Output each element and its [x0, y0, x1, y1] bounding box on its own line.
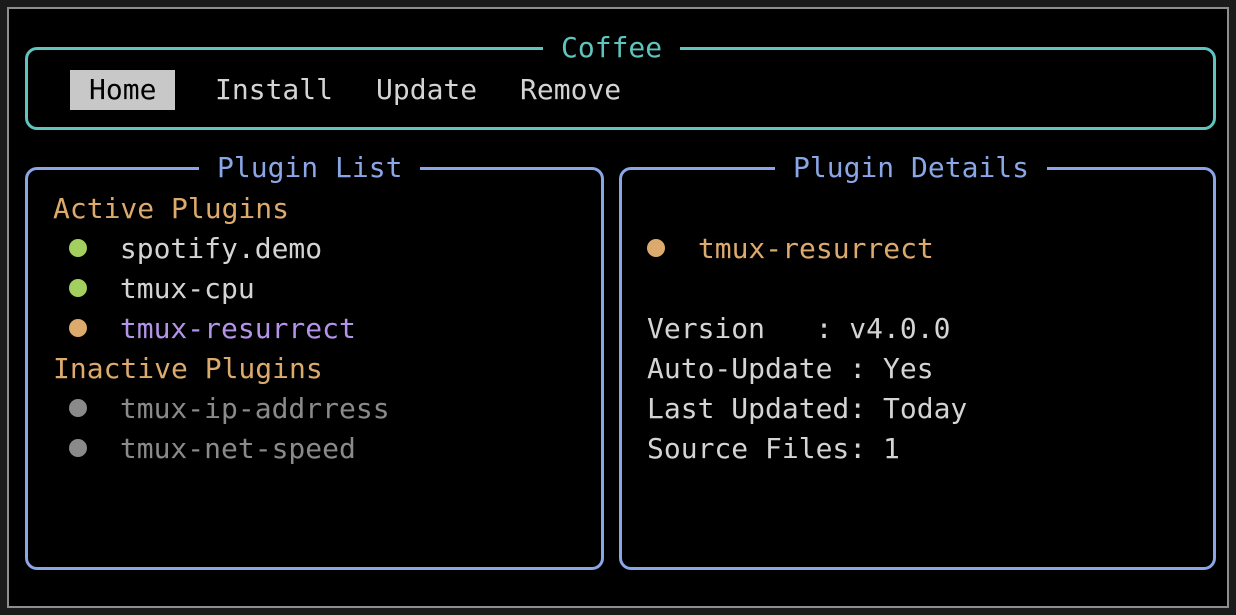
tab-remove[interactable]: Remove: [520, 70, 621, 110]
tab-home[interactable]: Home: [70, 70, 176, 110]
plugin-item-tmux-ip-addrress[interactable]: tmux-ip-addrress: [69, 389, 390, 429]
status-dot-icon: [647, 239, 665, 257]
plugin-item-spotify-demo[interactable]: spotify.demo: [69, 229, 322, 269]
plugin-item-label: spotify.demo: [119, 232, 323, 265]
plugin-details-panel: Plugin Details tmux-resurrect Version : …: [619, 148, 1216, 570]
inactive-plugins-header: Inactive Plugins: [53, 352, 323, 385]
details-last-updated: Last Updated: Today: [647, 392, 968, 425]
details-plugin-name: tmux-resurrect: [647, 229, 934, 269]
active-plugins-header: Active Plugins: [53, 192, 290, 225]
plugin-item-tmux-cpu[interactable]: tmux-cpu: [69, 269, 255, 309]
plugin-item-tmux-net-speed[interactable]: tmux-net-speed: [69, 429, 356, 469]
status-dot-icon: [69, 439, 87, 457]
plugin-item-tmux-resurrect[interactable]: tmux-resurrect: [69, 309, 356, 349]
tab-update[interactable]: Update: [376, 70, 477, 110]
details-plugin-name-label: tmux-resurrect: [697, 232, 934, 265]
tabs-panel: Coffee Home Install Update Remove: [25, 28, 1216, 130]
plugin-item-label: tmux-net-speed: [119, 432, 356, 465]
status-dot-icon: [69, 279, 87, 297]
plugin-item-label: tmux-ip-addrress: [119, 392, 390, 425]
status-dot-icon: [69, 239, 87, 257]
plugin-list-panel: Plugin List Active Plugins spotify.demo …: [25, 148, 604, 570]
details-auto-update: Auto-Update : Yes: [647, 352, 934, 385]
status-dot-icon: [69, 399, 87, 417]
details-source-files: Source Files: 1: [647, 432, 900, 465]
plugin-item-label: tmux-resurrect: [119, 312, 356, 345]
terminal-window: Coffee Home Install Update Remove Plugin…: [7, 7, 1229, 608]
plugin-list-title: Plugin List: [199, 148, 421, 188]
status-dot-icon: [69, 319, 87, 337]
plugin-details-title: Plugin Details: [775, 148, 1048, 188]
app-title: Coffee: [543, 28, 681, 68]
tab-install[interactable]: Install: [215, 70, 333, 110]
details-version: Version : v4.0.0: [647, 312, 951, 345]
plugin-item-label: tmux-cpu: [119, 272, 255, 305]
